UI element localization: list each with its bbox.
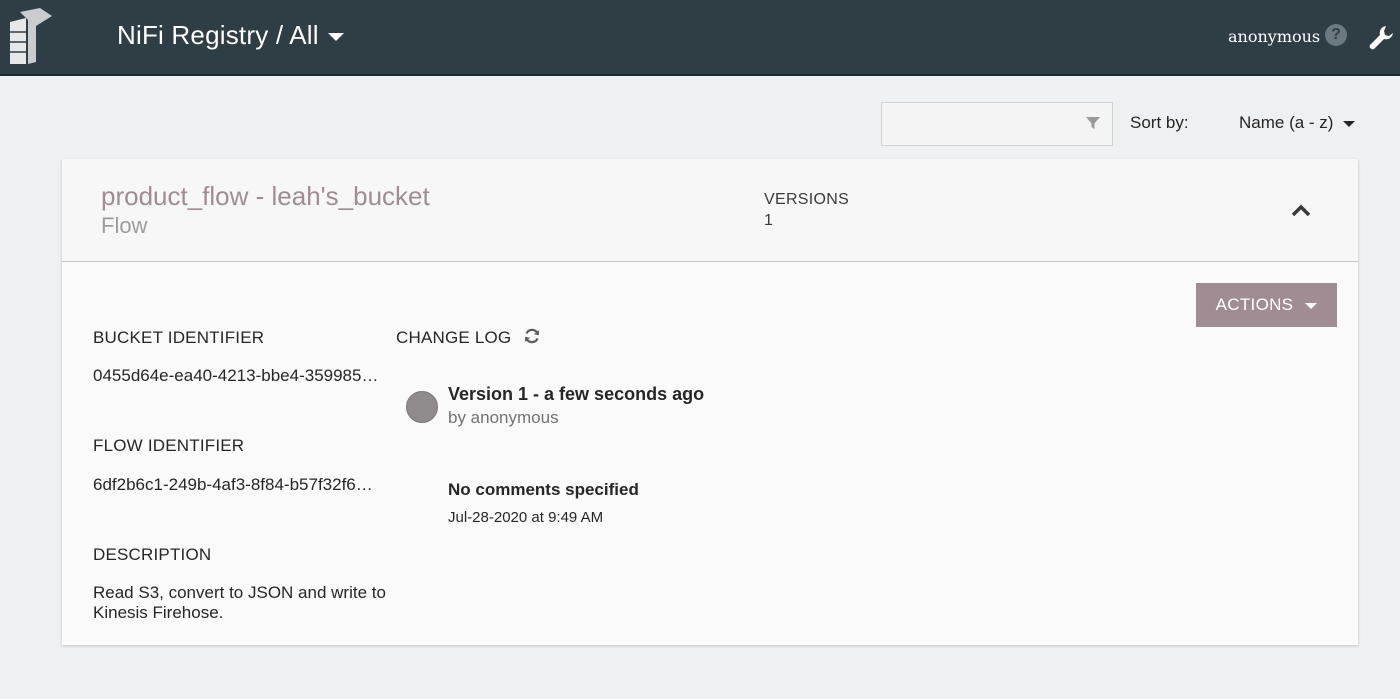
- bucket-identifier-value: 0455d64e-ea40-4213-bbe4-359985…: [93, 366, 379, 385]
- filter-icon: [1086, 117, 1100, 129]
- current-user: anonymous: [1228, 27, 1321, 46]
- description-label: DESCRIPTION: [93, 545, 212, 564]
- bucket-identifier-label: BUCKET IDENTIFIER: [93, 328, 265, 347]
- nifi-registry-logo[interactable]: [6, 4, 56, 64]
- actions-label: ACTIONS: [1215, 295, 1294, 314]
- versions-label: VERSIONS: [764, 191, 850, 208]
- version-author: by anonymous: [448, 408, 559, 427]
- flow-type: Flow: [101, 213, 148, 238]
- app-title: NiFi Registry / All: [117, 20, 319, 50]
- sort-dropdown[interactable]: Name (a - z): [1239, 113, 1356, 133]
- description-value: Read S3, convert to JSON and write to Ki…: [93, 583, 386, 622]
- chevron-down-icon: [327, 33, 344, 41]
- version-marker-icon: [406, 391, 438, 423]
- wrench-icon[interactable]: [1368, 24, 1396, 52]
- actions-button[interactable]: ACTIONS: [1196, 283, 1337, 327]
- flow-name: product_flow - leah's_bucket: [101, 181, 430, 211]
- refresh-icon[interactable]: [523, 327, 541, 345]
- flow-identifier-value: 6df2b6c1-249b-4af3-8f84-b57f32f6…: [93, 475, 373, 494]
- sort-label: Sort by:: [1130, 113, 1189, 132]
- sort-value: Name (a - z): [1239, 113, 1334, 132]
- version-comment: No comments specified: [448, 480, 639, 499]
- version-title: Version 1 - a few seconds ago: [448, 384, 705, 404]
- flow-identifier-label: FLOW IDENTIFIER: [93, 436, 245, 455]
- change-log-label: CHANGE LOG: [396, 328, 512, 347]
- chevron-up-icon[interactable]: [1289, 201, 1313, 219]
- chevron-down-icon: [1305, 303, 1318, 309]
- flow-card: product_flow - leah's_bucket Flow VERSIO…: [62, 159, 1358, 645]
- chevron-down-icon: [1343, 121, 1356, 127]
- versions-count: 1: [764, 212, 773, 229]
- bucket-selector[interactable]: NiFi Registry / All: [117, 20, 344, 51]
- version-date: Jul-28-2020 at 9:49 AM: [448, 509, 604, 526]
- top-bar: NiFi Registry / All anonymous ?: [0, 0, 1400, 76]
- filter-input[interactable]: [881, 102, 1113, 146]
- help-icon[interactable]: ?: [1325, 24, 1347, 46]
- flow-card-header[interactable]: product_flow - leah's_bucket Flow VERSIO…: [62, 159, 1358, 262]
